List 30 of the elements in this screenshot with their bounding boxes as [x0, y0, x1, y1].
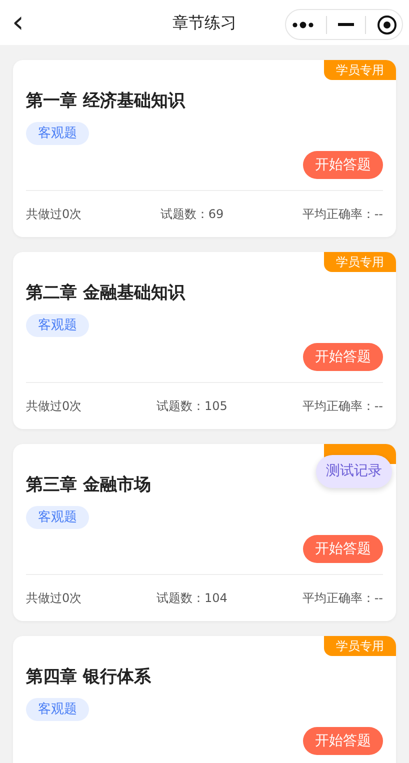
chapter-title: 第四章 银行体系 [26, 666, 152, 688]
page-title: 章节练习 [172, 12, 236, 34]
question-count: 试题数：69 [160, 206, 224, 223]
start-button[interactable]: 开始答题 [303, 727, 383, 755]
question-type-tag: 客观题 [26, 314, 89, 337]
times-done: 共做过0次 [26, 398, 82, 415]
back-button[interactable]: ‹ [12, 8, 32, 38]
times-done: 共做过0次 [26, 206, 82, 223]
more-icon[interactable] [291, 20, 316, 28]
question-type-tag: 客观题 [26, 122, 89, 145]
average-accuracy: 平均正确率：-- [302, 206, 383, 223]
average-accuracy: 平均正确率：-- [302, 398, 383, 415]
start-button[interactable]: 开始答题 [303, 343, 383, 371]
minimize-icon[interactable] [338, 22, 354, 26]
question-type-tag: 客观题 [26, 698, 89, 721]
close-icon[interactable] [376, 14, 397, 34]
average-accuracy: 平均正确率：-- [302, 590, 383, 607]
times-done: 共做过0次 [26, 590, 82, 607]
start-button[interactable]: 开始答题 [303, 535, 383, 563]
test-record-button[interactable]: 测试记录 [316, 455, 392, 488]
member-badge: 学员专用 [324, 60, 396, 80]
chapter-title: 第二章 金融基础知识 [26, 282, 186, 304]
chapter-title: 第三章 金融市场 [26, 474, 152, 496]
question-count: 试题数：105 [156, 398, 228, 415]
member-badge: 学员专用 [324, 252, 396, 272]
chapter-title: 第一章 经济基础知识 [26, 90, 186, 112]
question-count: 试题数：104 [156, 590, 228, 607]
start-button[interactable]: 开始答题 [303, 151, 383, 179]
question-type-tag: 客观题 [26, 506, 89, 529]
member-badge: 学员专用 [324, 636, 396, 656]
